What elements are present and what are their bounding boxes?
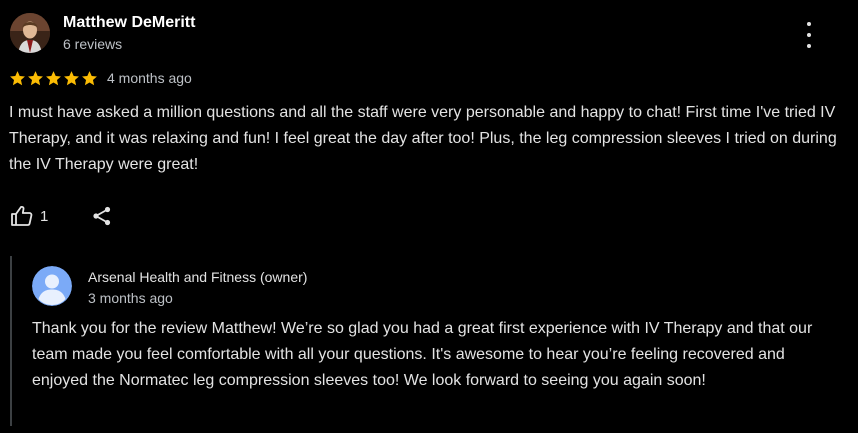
star-icon bbox=[46, 70, 61, 85]
author-avatar[interactable] bbox=[10, 13, 50, 53]
more-vert-icon-dot bbox=[807, 44, 811, 48]
default-person-icon bbox=[32, 266, 72, 306]
star-icon bbox=[82, 70, 97, 85]
more-vert-icon-dot bbox=[807, 22, 811, 26]
more-vert-icon-dot bbox=[807, 33, 811, 37]
reply-time: 3 months ago bbox=[88, 290, 173, 306]
owner-avatar bbox=[32, 266, 72, 306]
owner-name: Arsenal Health and Fitness (owner) bbox=[88, 269, 308, 285]
star-rating bbox=[9, 70, 98, 87]
owner-reply: Arsenal Health and Fitness (owner) 3 mon… bbox=[10, 256, 842, 426]
review-text: I must have asked a million questions an… bbox=[9, 104, 837, 173]
rating-row: 4 months ago bbox=[9, 68, 192, 88]
avatar-photo bbox=[10, 13, 50, 53]
reply-text: Thank you for the review Matthew! We’re … bbox=[32, 320, 813, 389]
share-button[interactable] bbox=[91, 205, 113, 227]
share-icon bbox=[93, 206, 111, 226]
star-icon bbox=[10, 70, 25, 85]
thumb-up-icon bbox=[11, 205, 33, 226]
author-name[interactable]: Matthew DeMeritt bbox=[63, 14, 195, 32]
author-review-count: 6 reviews bbox=[63, 36, 123, 52]
like-button[interactable]: 1 bbox=[10, 204, 48, 228]
more-options-button[interactable] bbox=[797, 22, 821, 48]
star-icon bbox=[28, 70, 43, 85]
review-card: Matthew DeMeritt 6 reviews 4 months ago … bbox=[0, 0, 858, 433]
like-count: 1 bbox=[40, 207, 49, 225]
review-time: 4 months ago bbox=[107, 70, 192, 86]
star-icon bbox=[64, 70, 79, 85]
